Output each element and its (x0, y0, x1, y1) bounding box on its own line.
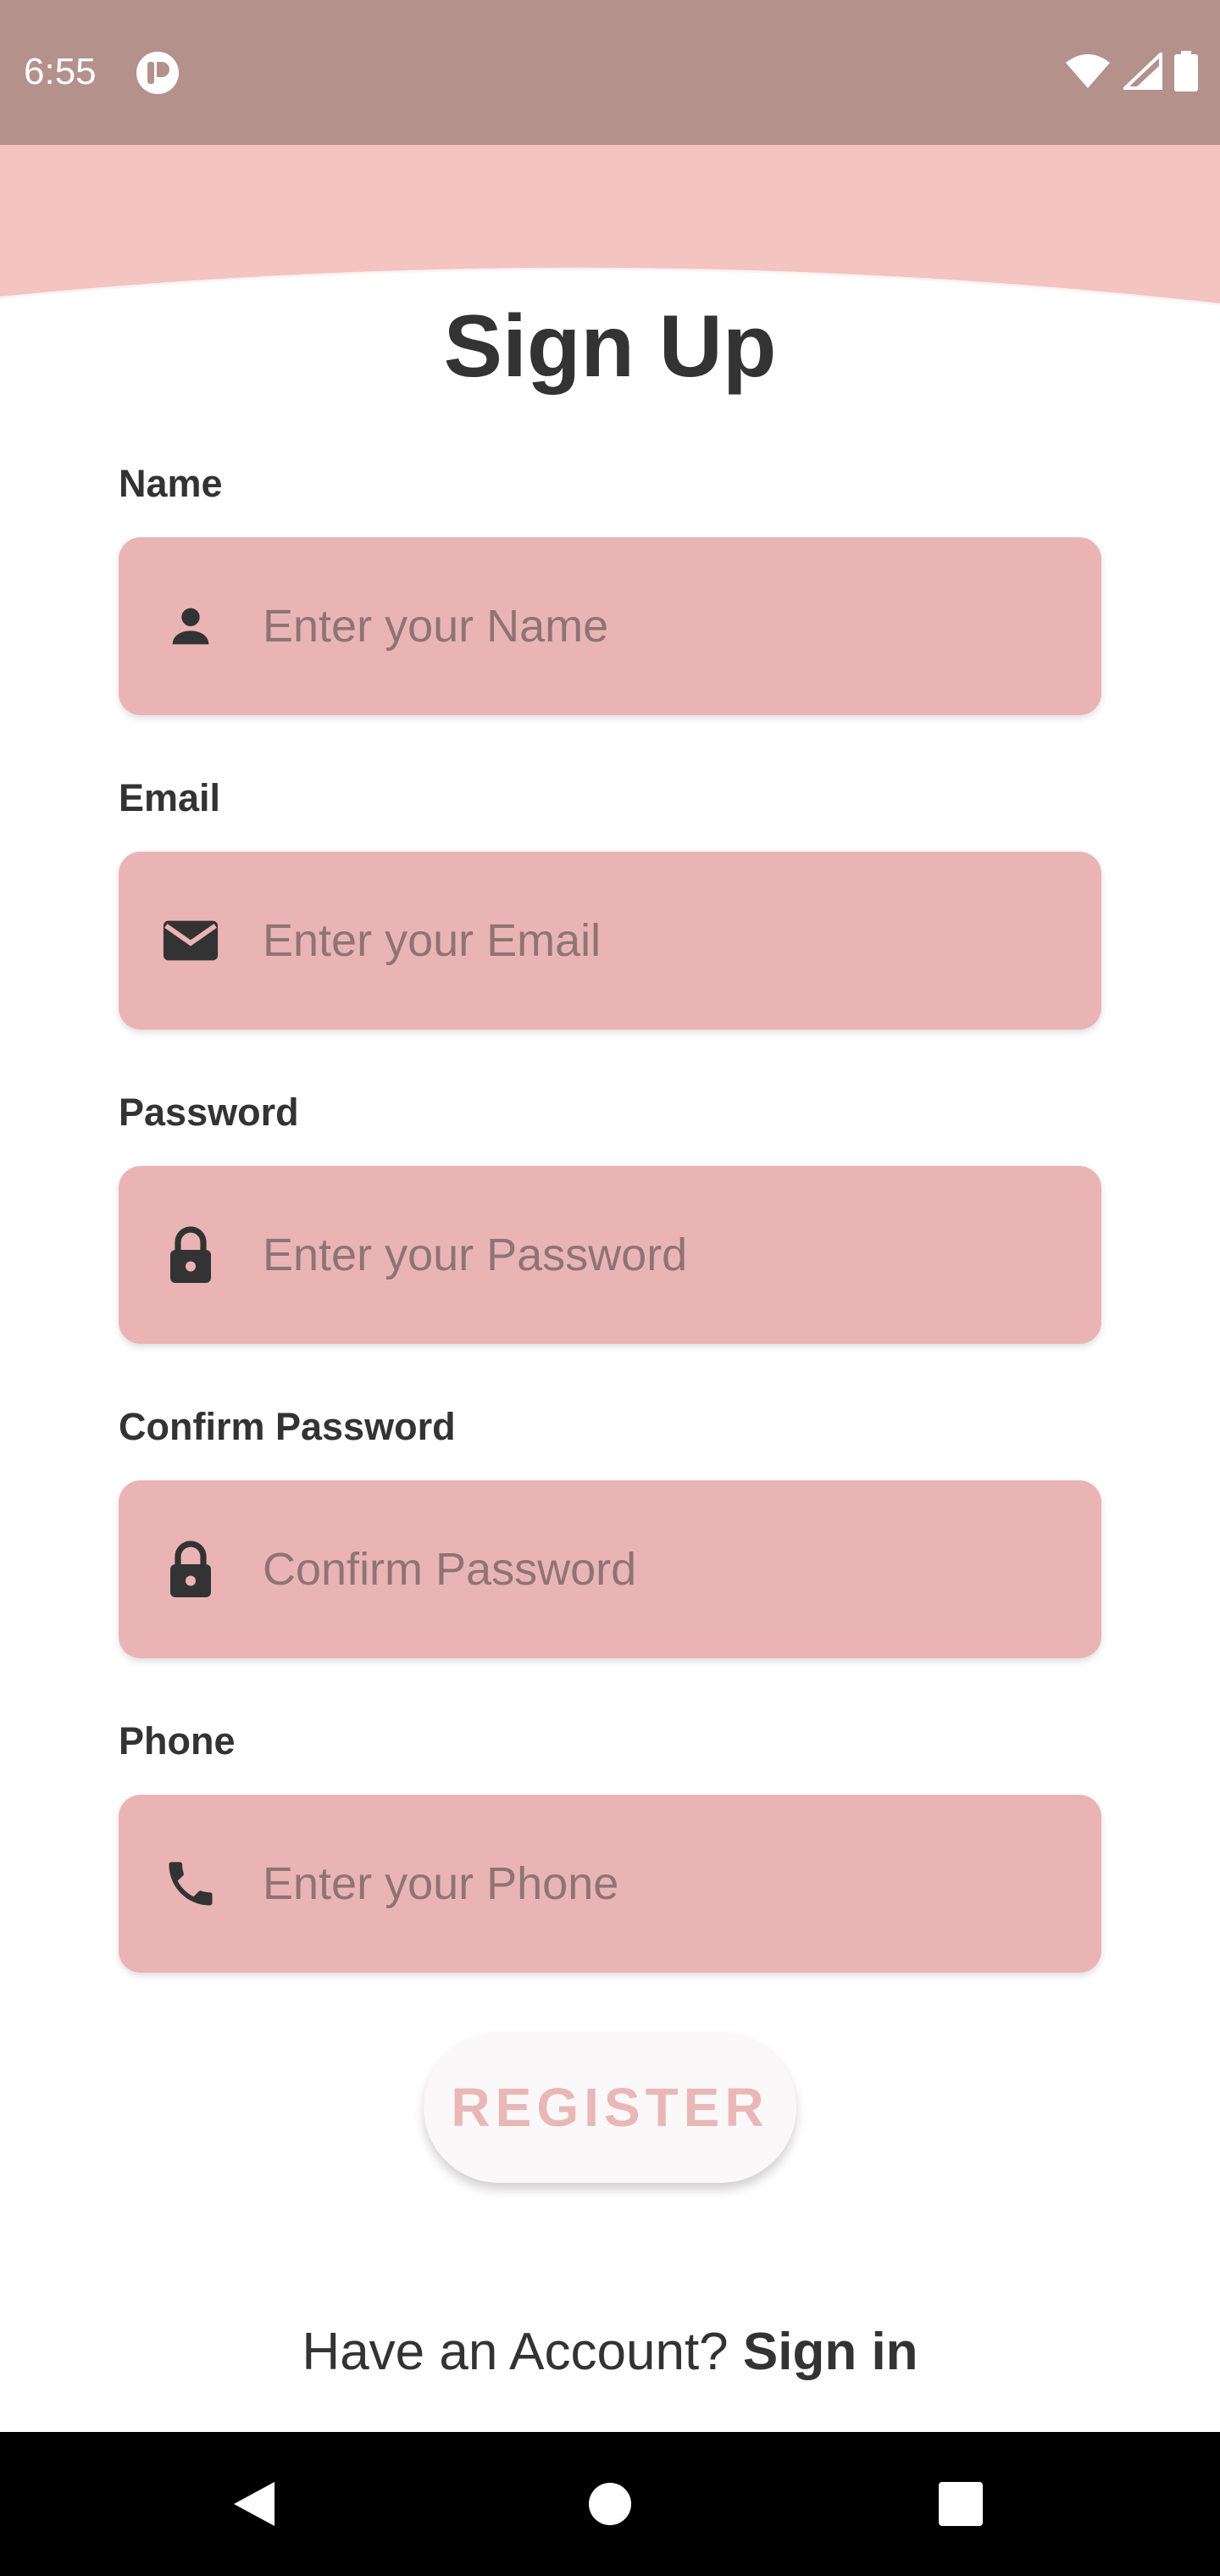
recents-icon[interactable] (938, 2481, 984, 2527)
password-input[interactable] (261, 1166, 1068, 1344)
confirm-password-input[interactable] (261, 1480, 1068, 1658)
email-input[interactable] (261, 852, 1068, 1030)
sign-in-link[interactable]: Sign in (743, 2323, 918, 2381)
have-account-text: Have an Account? (302, 2323, 729, 2381)
name-input[interactable] (261, 537, 1068, 715)
page-title: Sign Up (443, 297, 777, 396)
app-notification-icon (136, 51, 180, 99)
wifi-icon (1064, 53, 1112, 94)
phone-label: Phone (119, 1719, 236, 1763)
email-field-container[interactable] (119, 852, 1101, 1030)
lock-icon (161, 1225, 220, 1285)
back-icon[interactable] (230, 2479, 278, 2529)
mail-icon (161, 911, 220, 970)
lock-icon (161, 1540, 220, 1599)
home-icon[interactable] (587, 2481, 633, 2527)
status-bar: 6:55 (0, 0, 1220, 145)
phone-input[interactable] (261, 1795, 1068, 1973)
name-field-container[interactable] (119, 537, 1101, 715)
confirm-password-label: Confirm Password (119, 1405, 456, 1448)
phone-icon (161, 1854, 220, 1913)
status-time: 6:55 (24, 51, 97, 92)
register-button[interactable]: REGISTER (424, 2032, 796, 2183)
email-label: Email (119, 776, 221, 819)
person-icon (161, 597, 220, 656)
header-wave (0, 145, 1220, 308)
battery-icon (1174, 51, 1198, 96)
navigation-bar (0, 2432, 1220, 2576)
confirm-password-field-container[interactable] (119, 1480, 1101, 1658)
signal-icon (1121, 50, 1162, 94)
password-field-container[interactable] (119, 1166, 1101, 1344)
name-label: Name (119, 462, 223, 505)
phone-field-container[interactable] (119, 1795, 1101, 1973)
signin-row: Have an Account? Sign in (0, 2322, 1220, 2382)
password-label: Password (119, 1091, 299, 1134)
